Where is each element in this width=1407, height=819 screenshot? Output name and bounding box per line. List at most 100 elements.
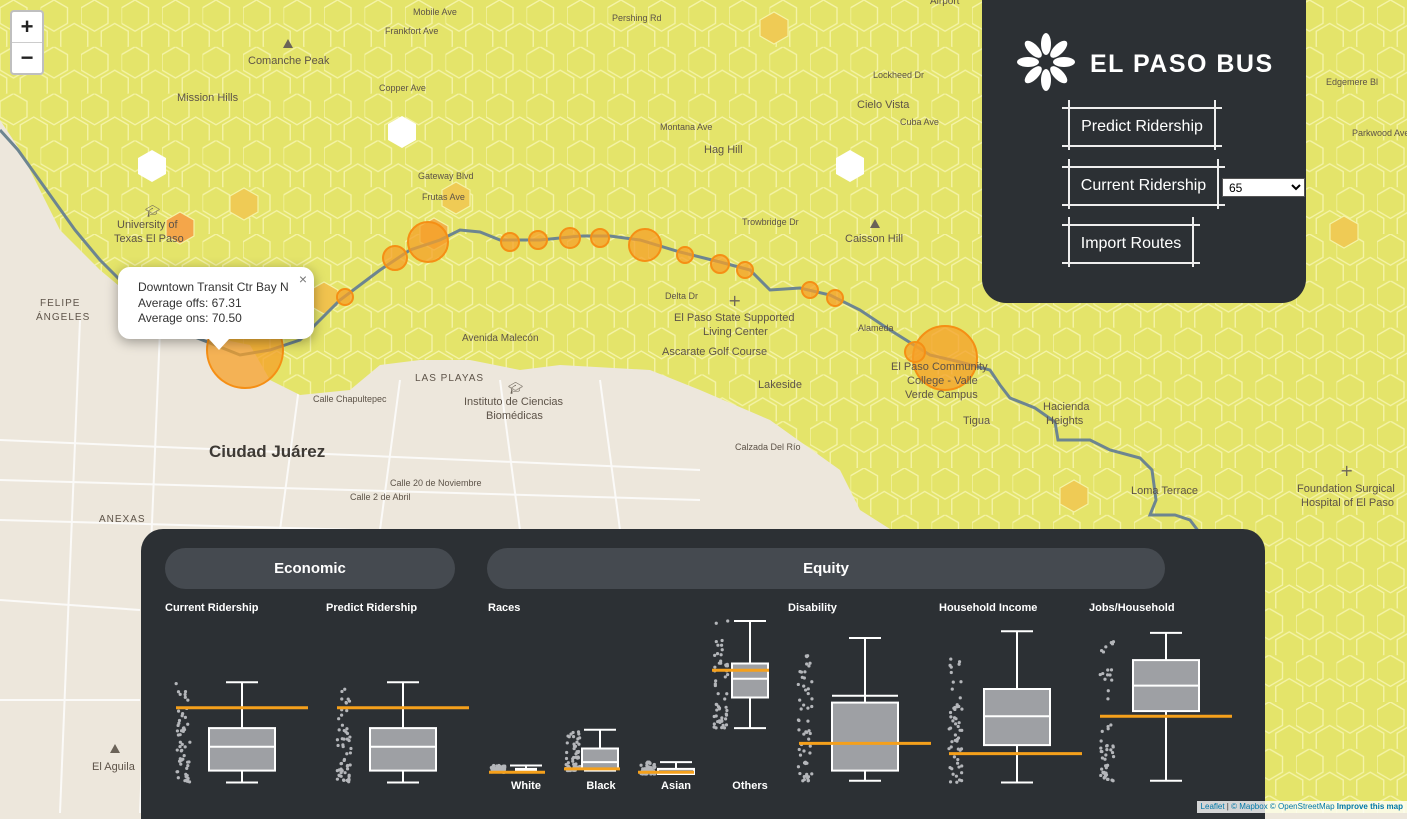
popup-ons: Average ons: 70.50 <box>138 311 242 325</box>
jitter-point <box>577 742 581 746</box>
map-label: Cuba Ave <box>900 117 939 127</box>
predict-ridership-button[interactable]: Predict Ridership <box>1062 100 1222 150</box>
jitter-point <box>1105 777 1110 781</box>
jitter-point <box>185 766 189 770</box>
jitter-point <box>806 719 810 723</box>
jitter-point <box>566 761 570 765</box>
stop-marker <box>801 281 819 299</box>
jitter-point <box>176 709 181 713</box>
jitter-point <box>955 780 959 784</box>
improve-map-link[interactable]: Improve this map <box>1337 802 1403 811</box>
jitter-point <box>959 747 964 751</box>
current-ridership-button[interactable]: Current Ridership <box>1062 159 1225 209</box>
box-plot-area <box>174 619 1232 784</box>
race-label-black: Black <box>586 780 616 792</box>
jitter-point <box>345 731 350 736</box>
jitter-point <box>578 736 582 740</box>
jitter-point <box>806 706 810 710</box>
map-label: Lakeside <box>758 379 802 391</box>
jitter-point <box>346 763 350 768</box>
jitter-point <box>178 744 182 749</box>
jitter-point <box>726 619 730 623</box>
jitter-point <box>720 716 724 720</box>
jitter-point <box>723 675 727 679</box>
jitter-point <box>339 761 343 766</box>
jitter-point <box>956 757 960 762</box>
stop-marker <box>407 221 449 263</box>
box-iqr <box>731 662 769 699</box>
jitter-point <box>957 660 962 664</box>
map-label: Hacienda <box>1043 401 1090 413</box>
jitter-point <box>798 698 802 702</box>
jitter-point <box>653 765 657 769</box>
jitter-point <box>346 697 350 701</box>
jitter-point <box>807 737 811 741</box>
jitter-point <box>647 765 651 769</box>
map-label: College - Valle <box>907 375 978 387</box>
jitter-point <box>712 722 716 726</box>
popup-close-button[interactable]: × <box>299 271 307 287</box>
jitter-point <box>565 750 569 755</box>
jitter-point <box>1099 773 1103 778</box>
jitter-point <box>576 749 581 754</box>
map-label: Cielo Vista <box>857 99 910 111</box>
jitter-point <box>806 776 810 781</box>
jitter-point <box>947 747 951 751</box>
import-routes-button[interactable]: Import Routes <box>1062 217 1200 267</box>
jitter-point <box>714 621 718 625</box>
map-label: Instituto de Ciencias <box>464 396 564 408</box>
stop-popup: × Downtown Transit Ctr Bay N Average off… <box>118 267 314 350</box>
jitter-point <box>949 665 953 669</box>
map-label: Calzada Del Río <box>735 442 801 452</box>
jitter-point <box>1110 678 1114 682</box>
jitter-point <box>953 733 957 737</box>
stop-marker <box>710 254 730 274</box>
jitter-point <box>502 766 507 770</box>
jitter-point <box>957 765 961 769</box>
jitter-point <box>340 697 344 701</box>
jitter-point <box>797 728 801 732</box>
jitter-point <box>181 757 185 761</box>
jitter-point <box>174 682 178 686</box>
jitter-point <box>175 748 179 752</box>
school-icon: 🎓︎ <box>508 381 523 395</box>
map-label: Texas El Paso <box>114 233 184 245</box>
jitter-point <box>181 726 185 730</box>
jitter-point <box>1099 746 1103 750</box>
jitter-point <box>802 732 806 736</box>
jitter-point <box>1101 770 1105 775</box>
jitter-point <box>567 735 571 739</box>
jitter-point <box>714 726 718 730</box>
jitter-point <box>337 728 341 732</box>
jitter-point <box>176 723 180 728</box>
map-label: El Paso State Supported <box>674 312 794 324</box>
jitter-point <box>185 779 189 783</box>
jitter-point <box>810 697 814 701</box>
jitter-point <box>960 764 964 768</box>
jitter-point <box>1103 677 1107 681</box>
map-label: Frutas Ave <box>422 192 465 202</box>
route-select[interactable]: 65 <box>1222 178 1305 197</box>
jitter-point <box>955 761 960 765</box>
jitter-point <box>176 733 181 737</box>
brand-name: EL PASO BUS <box>1090 50 1274 78</box>
osm-link[interactable]: © OpenStreetMap <box>1270 802 1335 811</box>
map-label: Biomédicas <box>486 410 543 422</box>
zoom-out-button[interactable]: − <box>12 42 42 73</box>
map-label: Copper Ave <box>379 83 426 93</box>
jitter-point <box>1106 763 1110 767</box>
map-label: Verde Campus <box>905 389 978 401</box>
jitter-point <box>952 755 957 759</box>
zoom-in-button[interactable]: + <box>12 12 42 42</box>
jitter-point <box>186 760 190 764</box>
jitter-point <box>716 643 720 647</box>
jitter-point <box>955 737 959 742</box>
jitter-point <box>571 735 576 739</box>
jitter-point <box>804 654 808 658</box>
mapbox-link[interactable]: © Mapbox <box>1231 802 1268 811</box>
map-label: Trowbridge Dr <box>742 217 799 227</box>
jitter-point <box>951 719 955 723</box>
jitter-point <box>175 770 179 774</box>
jitter-point <box>802 749 806 753</box>
leaflet-link[interactable]: Leaflet <box>1201 802 1225 811</box>
